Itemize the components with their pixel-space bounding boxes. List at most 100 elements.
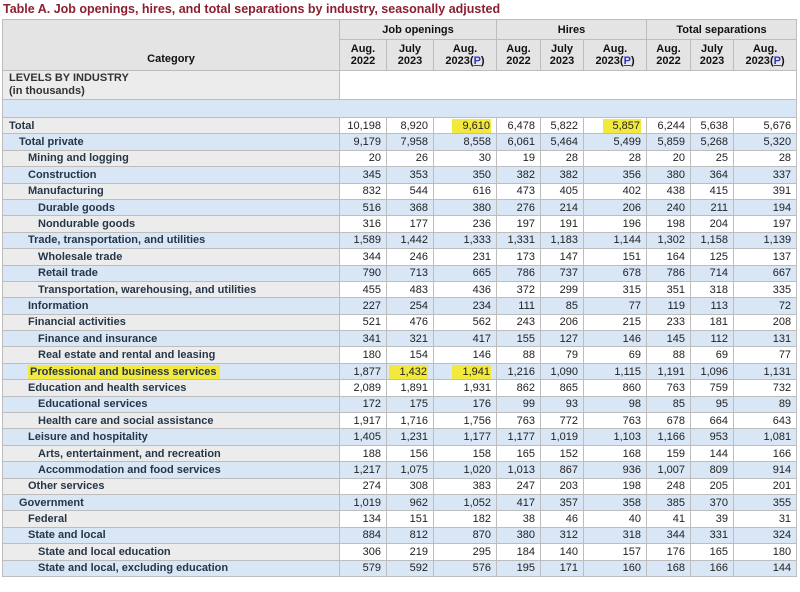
- value-cell: 203: [541, 478, 584, 494]
- value-cell: 1,007: [647, 462, 691, 478]
- value-cell: 1,756: [434, 413, 497, 429]
- value-cell: 180: [734, 544, 797, 560]
- value-cell: 211: [691, 199, 734, 215]
- col-header-3: Aug.2022: [497, 40, 541, 71]
- value-cell: 127: [541, 331, 584, 347]
- value-cell: 173: [497, 249, 541, 265]
- row-state-and-local-education: State and local education306219295184140…: [3, 544, 797, 560]
- value-cell: 198: [647, 216, 691, 232]
- category-cell: Other services: [3, 478, 340, 494]
- value-cell: 164: [647, 249, 691, 265]
- value-cell: 1,405: [340, 429, 387, 445]
- value-cell: 88: [647, 347, 691, 363]
- value-cell: 1,941: [434, 363, 497, 379]
- value-cell: 382: [497, 167, 541, 183]
- row-government: Government1,0199621,05241735735838537035…: [3, 494, 797, 510]
- value-cell: 5,464: [541, 134, 584, 150]
- category-cell: Government: [3, 494, 340, 510]
- value-cell: 233: [647, 314, 691, 330]
- value-cell: 353: [387, 167, 434, 183]
- category-cell: Leisure and hospitality: [3, 429, 340, 445]
- value-cell: 154: [387, 347, 434, 363]
- value-cell: 214: [541, 199, 584, 215]
- value-cell: 188: [340, 445, 387, 461]
- value-cell: 274: [340, 478, 387, 494]
- value-cell: 1,333: [434, 232, 497, 248]
- value-cell: 112: [691, 331, 734, 347]
- group-header-total-separations: Total separations: [647, 20, 797, 40]
- row-leisure-and-hospitality: Leisure and hospitality1,4051,2311,1771,…: [3, 429, 797, 445]
- col-header-2: Aug.2023(P): [434, 40, 497, 71]
- category-cell: Trade, transportation, and utilities: [3, 232, 340, 248]
- value-cell: 763: [497, 413, 541, 429]
- category-cell: Finance and insurance: [3, 331, 340, 347]
- value-cell: 732: [734, 380, 797, 396]
- value-cell: 318: [584, 527, 647, 543]
- value-cell: 860: [584, 380, 647, 396]
- value-cell: 865: [541, 380, 584, 396]
- section-row: LEVELS BY INDUSTRY(in thousands): [3, 71, 797, 100]
- value-cell: 592: [387, 560, 434, 576]
- value-cell: 146: [584, 331, 647, 347]
- value-cell: 166: [734, 445, 797, 461]
- value-cell: 172: [340, 396, 387, 412]
- value-cell: 69: [691, 347, 734, 363]
- row-arts-entertainment-and-recreation: Arts, entertainment, and recreation18815…: [3, 445, 797, 461]
- value-cell: 151: [387, 511, 434, 527]
- value-cell: 206: [541, 314, 584, 330]
- value-cell: 1,589: [340, 232, 387, 248]
- value-cell: 5,320: [734, 134, 797, 150]
- value-cell: 1,019: [541, 429, 584, 445]
- value-cell: 145: [647, 331, 691, 347]
- value-cell: 201: [734, 478, 797, 494]
- value-cell: 476: [387, 314, 434, 330]
- col-header-1: July2023: [387, 40, 434, 71]
- value-cell: 168: [647, 560, 691, 576]
- value-cell: 8,920: [387, 118, 434, 134]
- value-cell: 31: [734, 511, 797, 527]
- value-cell: 383: [434, 478, 497, 494]
- preliminary-footnote-link[interactable]: P: [624, 55, 631, 67]
- value-cell: 208: [734, 314, 797, 330]
- value-cell: 664: [691, 413, 734, 429]
- value-cell: 197: [734, 216, 797, 232]
- row-financial-activities: Financial activities52147656224320621523…: [3, 314, 797, 330]
- category-cell: Education and health services: [3, 380, 340, 396]
- value-cell: 643: [734, 413, 797, 429]
- value-cell: 1,302: [647, 232, 691, 248]
- value-cell: 391: [734, 183, 797, 199]
- value-cell: 5,676: [734, 118, 797, 134]
- value-cell: 1,090: [541, 363, 584, 379]
- value-cell: 160: [584, 560, 647, 576]
- value-cell: 1,103: [584, 429, 647, 445]
- value-cell: 678: [584, 265, 647, 281]
- value-cell: 85: [647, 396, 691, 412]
- preliminary-footnote-link[interactable]: P: [774, 55, 781, 67]
- row-retail-trade: Retail trade790713665786737678786714667: [3, 265, 797, 281]
- value-cell: 312: [541, 527, 584, 543]
- value-cell: 914: [734, 462, 797, 478]
- value-cell: 337: [734, 167, 797, 183]
- value-cell: 357: [541, 494, 584, 510]
- row-education-and-health-services: Education and health services2,0891,8911…: [3, 380, 797, 396]
- value-cell: 248: [647, 478, 691, 494]
- value-cell: 1,020: [434, 462, 497, 478]
- value-cell: 962: [387, 494, 434, 510]
- value-cell: 79: [541, 347, 584, 363]
- category-cell: State and local, excluding education: [3, 560, 340, 576]
- value-cell: 364: [691, 167, 734, 183]
- value-cell: 147: [541, 249, 584, 265]
- group-header-job-openings: Job openings: [340, 20, 497, 40]
- value-cell: 341: [340, 331, 387, 347]
- value-cell: 786: [497, 265, 541, 281]
- value-cell: 315: [584, 281, 647, 297]
- value-cell: 184: [497, 544, 541, 560]
- page-title: Table A. Job openings, hires, and total …: [0, 0, 800, 19]
- spacer-row: [3, 100, 797, 118]
- category-cell: Arts, entertainment, and recreation: [3, 445, 340, 461]
- value-cell: 9,610: [434, 118, 497, 134]
- value-cell: 1,013: [497, 462, 541, 478]
- value-cell: 119: [647, 298, 691, 314]
- value-cell: 39: [691, 511, 734, 527]
- preliminary-footnote-link[interactable]: P: [474, 55, 481, 67]
